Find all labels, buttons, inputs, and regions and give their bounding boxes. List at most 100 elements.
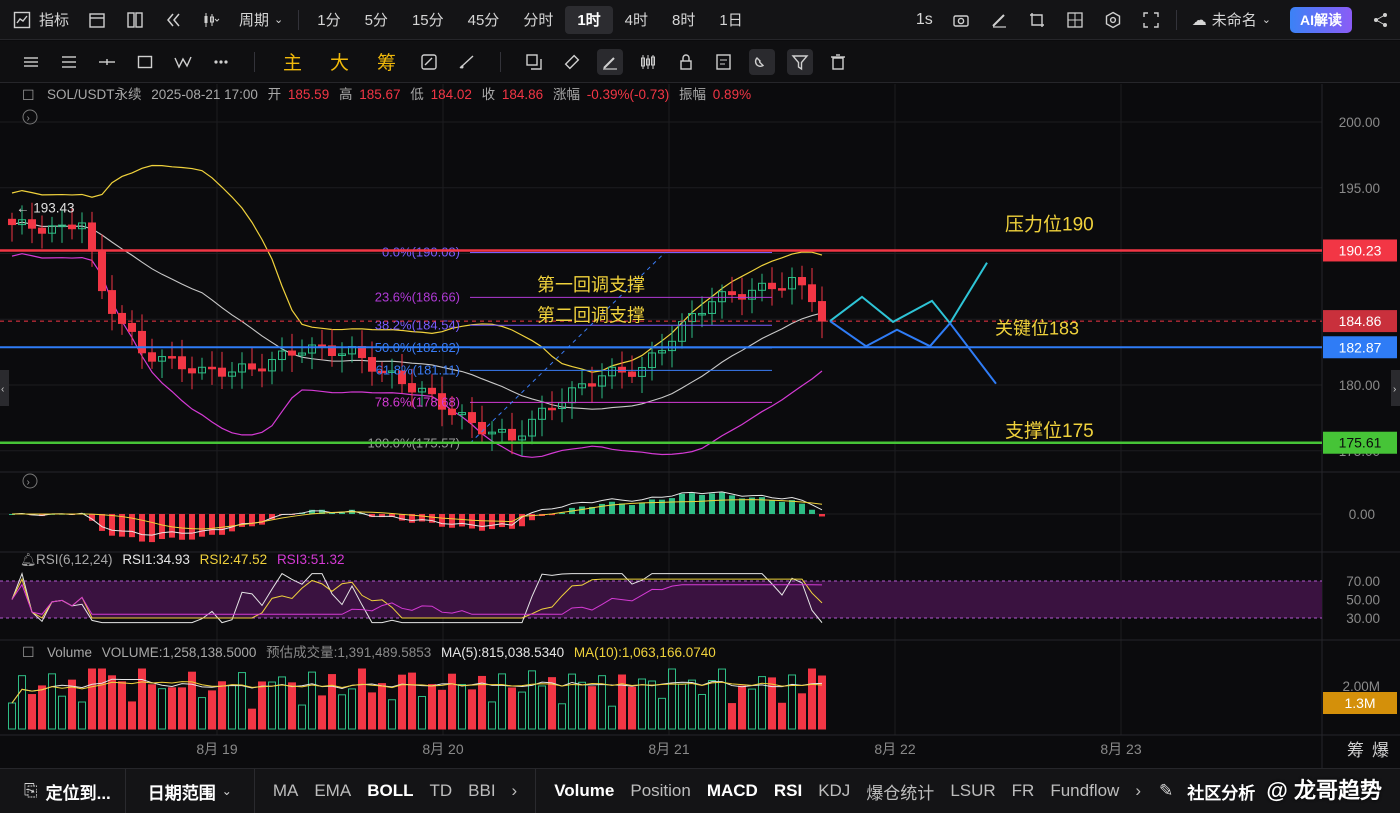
- bell-icon[interactable]: 🔔︎: [20, 552, 37, 567]
- community-analysis-button[interactable]: 社区分析: [1179, 779, 1263, 804]
- replay-icon[interactable]: [160, 7, 186, 33]
- candles-style-icon[interactable]: [198, 7, 224, 33]
- layout-icon[interactable]: [122, 7, 148, 33]
- liquidation-button[interactable]: 爆: [1372, 741, 1389, 760]
- period-dropdown[interactable]: 周期 ⌄: [230, 6, 292, 34]
- chip-distribution-button[interactable]: 筹: [1347, 741, 1364, 760]
- macd-histogram-bar: [819, 514, 825, 517]
- sub-indicator-Position[interactable]: Position: [622, 781, 698, 801]
- timeframe-tab-分时[interactable]: 分时: [511, 6, 565, 34]
- volume-bar: [768, 677, 776, 730]
- legend-collapse-icon[interactable]: ☐: [22, 644, 35, 660]
- macd-histogram-bar: [639, 502, 645, 514]
- sub-indicator-LSUR[interactable]: LSUR: [942, 781, 1003, 801]
- measure-icon[interactable]: [454, 49, 480, 75]
- lock-icon[interactable]: [673, 49, 699, 75]
- sub-indicator-FR[interactable]: FR: [1004, 781, 1043, 801]
- chevron-left-icon: ‹: [1, 384, 4, 395]
- ruler-icon[interactable]: [559, 49, 585, 75]
- edit-icon[interactable]: ✎: [1159, 781, 1173, 801]
- fullscreen-icon[interactable]: [1138, 7, 1164, 33]
- ai-analysis-button[interactable]: AI解读: [1290, 6, 1352, 33]
- camera-icon[interactable]: [948, 7, 974, 33]
- macd-histogram-bar: [679, 493, 685, 514]
- candle-tool-icon[interactable]: [635, 49, 661, 75]
- candle-body: [738, 294, 746, 300]
- candle-body: [778, 288, 786, 291]
- volume-bar: [118, 681, 126, 730]
- filter-icon[interactable]: [787, 48, 814, 75]
- chevron-down-icon: ⌄: [274, 14, 284, 26]
- pencil-icon[interactable]: [986, 7, 1012, 33]
- symbol-name: SOL/USDT永续: [47, 87, 142, 102]
- drawing-toolbar: 主 大 筹: [0, 41, 1400, 83]
- sub-indicator-KDJ[interactable]: KDJ: [810, 781, 858, 801]
- refresh-icon[interactable]: [416, 49, 442, 75]
- timeframe-tab-1日[interactable]: 1日: [707, 6, 754, 34]
- grid-icon[interactable]: [1062, 7, 1088, 33]
- chart-area[interactable]: ☐ SOL/USDT永续 2025-08-21 17:00 开 185.59 高…: [0, 84, 1400, 768]
- menu-icon[interactable]: [18, 49, 44, 75]
- macd-histogram-bar: [99, 514, 105, 531]
- volume-ma5: MA(5):815,038.5340: [441, 645, 564, 660]
- sub-indicator-爆仓统计[interactable]: 爆仓统计: [858, 779, 942, 804]
- volume-label: Volume: [47, 645, 92, 660]
- seconds-button[interactable]: 1s: [907, 6, 942, 34]
- timeframe-tab-45分[interactable]: 45分: [456, 6, 512, 34]
- timeframe-tab-1分[interactable]: 1分: [305, 6, 352, 34]
- timeframe-tab-5分[interactable]: 5分: [353, 6, 400, 34]
- timeframe-tab-1时[interactable]: 1时: [565, 5, 613, 34]
- time-tick: 8月 22: [874, 741, 915, 757]
- sub-indicator-RSI[interactable]: RSI: [766, 781, 810, 801]
- share-icon[interactable]: [1368, 7, 1394, 33]
- legend-collapse-icon[interactable]: ☐: [22, 87, 35, 103]
- horizontal-lines-icon[interactable]: [56, 49, 82, 75]
- trash-icon[interactable]: [825, 49, 851, 75]
- candle-body: [798, 277, 806, 286]
- main-indicator-button[interactable]: 主: [269, 48, 316, 75]
- copy-icon[interactable]: [521, 49, 547, 75]
- main-indicator-ma[interactable]: MA: [265, 781, 307, 801]
- indicators-button[interactable]: 指标: [0, 6, 78, 34]
- timeframe-tab-8时[interactable]: 8时: [660, 6, 707, 34]
- main-indicator-bbi[interactable]: BBI: [460, 781, 503, 801]
- date-range-dropdown[interactable]: 日期范围 ⌄: [126, 769, 255, 813]
- crosshair-icon[interactable]: [94, 49, 120, 75]
- locate-button[interactable]: ⎘ 定位到...: [0, 769, 126, 813]
- main-indicator-boll[interactable]: BOLL: [359, 781, 421, 801]
- sub-indicator-MACD[interactable]: MACD: [699, 781, 766, 801]
- settings-icon[interactable]: [1100, 7, 1126, 33]
- rectangle-icon[interactable]: [132, 49, 158, 75]
- macd-histogram-bar: [609, 501, 615, 514]
- divider: [298, 9, 300, 30]
- timeframe-tab-4时[interactable]: 4时: [613, 6, 660, 34]
- layout-name-dropdown[interactable]: ☁ 未命名 ⌄: [1183, 6, 1280, 34]
- candle-body: [118, 312, 126, 324]
- pattern-icon[interactable]: [170, 49, 196, 75]
- brush-icon[interactable]: [597, 48, 624, 75]
- macd-histogram-bar: [249, 514, 255, 527]
- volume-bar: [318, 695, 326, 730]
- sub-indicator-Fundflow[interactable]: Fundflow: [1042, 781, 1127, 801]
- magnet-icon[interactable]: [749, 48, 776, 75]
- timeframe-tab-15分[interactable]: 15分: [400, 6, 456, 34]
- big-order-button[interactable]: 大: [316, 48, 363, 75]
- sub-indicator-Volume[interactable]: Volume: [546, 781, 622, 801]
- open-label: 开: [268, 87, 282, 102]
- chip-button[interactable]: 筹: [363, 48, 410, 75]
- candle-body: [38, 227, 46, 234]
- macd-histogram-bar: [159, 514, 165, 540]
- candle-body: [468, 412, 476, 423]
- bar-datetime: 2025-08-21 17:00: [151, 87, 258, 102]
- price-tick: 180.00: [1339, 378, 1380, 393]
- main-indicator-td[interactable]: TD: [421, 781, 460, 801]
- annotation-resistance: 压力位190: [1005, 214, 1094, 236]
- note-icon[interactable]: [711, 49, 737, 75]
- crop-icon[interactable]: [1024, 7, 1050, 33]
- chevron-right-icon[interactable]: ›: [504, 781, 526, 801]
- main-indicator-ema[interactable]: EMA: [306, 781, 359, 801]
- calendar-icon[interactable]: [84, 7, 110, 33]
- chevron-right-icon[interactable]: ›: [1127, 781, 1149, 801]
- more-icon[interactable]: [208, 49, 234, 75]
- locate-icon: ⎘: [24, 781, 38, 800]
